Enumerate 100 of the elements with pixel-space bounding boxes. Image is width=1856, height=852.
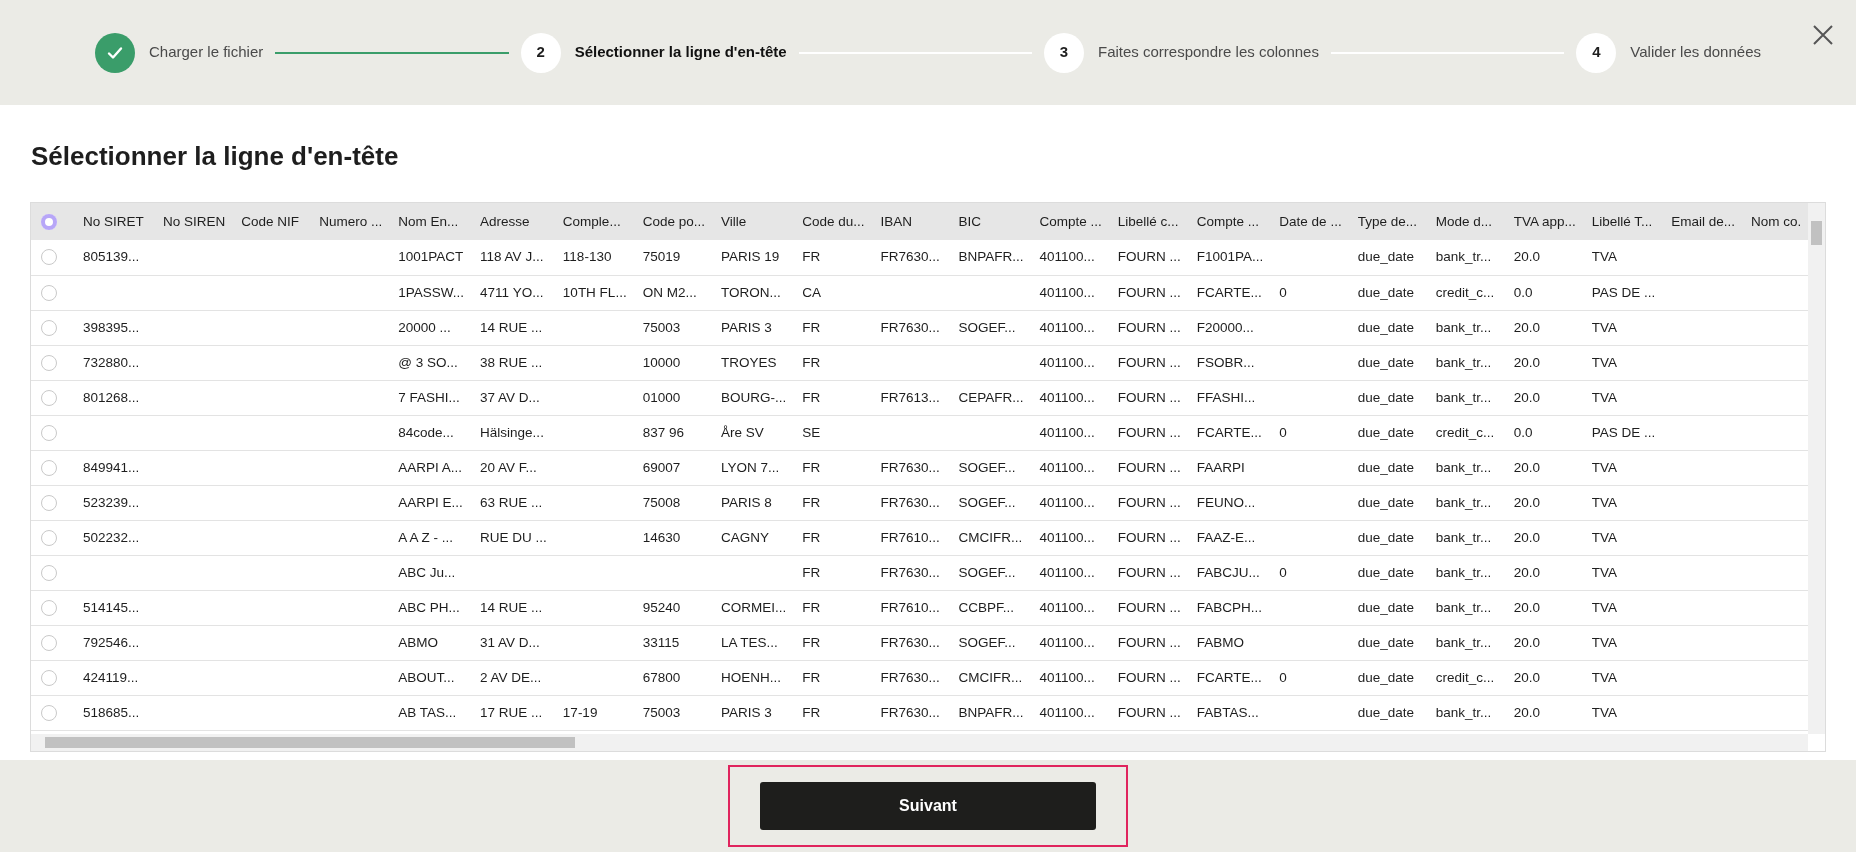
table-cell: SOGEF...: [950, 625, 1032, 661]
table-cell: PAS DE ...: [1583, 415, 1664, 451]
table-cell: 801268...: [75, 380, 155, 416]
close-icon[interactable]: [1812, 22, 1834, 44]
table-cell: 20.0: [1505, 520, 1584, 556]
table-cell: 401100...: [1031, 310, 1110, 346]
table-cell: due_date: [1349, 310, 1428, 346]
radio-button[interactable]: [41, 424, 57, 441]
radio-button[interactable]: [41, 529, 57, 546]
table-cell: CMCIFR...: [950, 520, 1032, 556]
table-cell: bank_tr...: [1427, 345, 1506, 381]
table-cell: SE: [794, 415, 873, 451]
table-cell: FOURN ...: [1109, 380, 1189, 416]
table-cell: 401100...: [1031, 590, 1110, 626]
table-cell: due_date: [1349, 660, 1428, 696]
table-cell: 75019: [634, 240, 713, 276]
radio-button[interactable]: [41, 213, 57, 230]
table-cell: 398395...: [75, 310, 155, 346]
step-label: Valider les données: [1630, 42, 1761, 63]
table-cell: 849941...: [75, 450, 155, 486]
table-cell: due_date: [1349, 555, 1428, 591]
table-cell: PAS DE ...: [1583, 275, 1664, 311]
table-cell: FR7630...: [872, 310, 951, 346]
radio-button[interactable]: [41, 704, 57, 721]
table-cell: 20 AV F...: [472, 450, 555, 486]
table-cell: 792546...: [75, 625, 155, 661]
table-cell: 401100...: [1031, 240, 1110, 276]
table-cell: ABC Ju...: [390, 555, 473, 591]
table-cell: 523239...: [75, 485, 155, 521]
radio-button[interactable]: [41, 319, 57, 336]
radio-button[interactable]: [41, 564, 57, 581]
page-title: Sélectionner la ligne d'en-tête: [31, 141, 400, 173]
table-cell: FABCPH...: [1188, 590, 1272, 626]
table-cell: 14 RUE ...: [472, 590, 555, 626]
table-cell: due_date: [1349, 450, 1428, 486]
radio-button[interactable]: [41, 389, 57, 406]
radio-button[interactable]: [41, 284, 57, 301]
table-cell: TVA: [1583, 345, 1664, 381]
radio-button[interactable]: [41, 354, 57, 371]
table-cell: due_date: [1349, 240, 1428, 276]
table-cell: 401100...: [1031, 695, 1110, 731]
table-cell: FR: [794, 590, 873, 626]
table-cell: 2 AV DE...: [472, 660, 555, 696]
table-cell: BOURG-...: [712, 380, 795, 416]
table-cell: TVA: [1583, 240, 1664, 276]
radio-button[interactable]: [41, 634, 57, 651]
table-cell: bank_tr...: [1427, 240, 1506, 276]
table-cell: ABMO: [390, 625, 473, 661]
column-header: No SIRET: [75, 203, 155, 241]
table-cell: TORON...: [712, 275, 795, 311]
column-header: Mode d...: [1427, 203, 1506, 241]
table-cell: 63 RUE ...: [472, 485, 555, 521]
table-cell: 518685...: [75, 695, 155, 731]
table-cell: 17 RUE ...: [472, 695, 555, 731]
table-cell: 95240: [634, 590, 713, 626]
column-header: Type de...: [1349, 203, 1428, 241]
table-cell: due_date: [1349, 415, 1428, 451]
table-cell: credit_c...: [1427, 415, 1506, 451]
next-button[interactable]: Suivant: [760, 782, 1096, 830]
table-cell: bank_tr...: [1427, 485, 1506, 521]
column-header: Libellé c...: [1109, 203, 1189, 241]
table-cell: FR7630...: [872, 625, 951, 661]
table-cell: 33115: [634, 625, 713, 661]
table-cell: 20.0: [1505, 450, 1584, 486]
table-cell: 20.0: [1505, 625, 1584, 661]
radio-button[interactable]: [41, 249, 57, 266]
vertical-scrollbar[interactable]: [1808, 203, 1825, 735]
table-cell: due_date: [1349, 345, 1428, 381]
table-cell: F20000...: [1188, 310, 1272, 346]
radio-button[interactable]: [41, 669, 57, 686]
table-cell: Hälsinge...: [472, 415, 555, 451]
table-cell: FR7630...: [872, 660, 951, 696]
table-cell: BNPAFR...: [950, 695, 1032, 731]
table-cell: FR: [794, 695, 873, 731]
table-cell: FOURN ...: [1109, 590, 1189, 626]
table-cell: FR7613...: [872, 380, 951, 416]
table-cell: credit_c...: [1427, 275, 1506, 311]
table-cell: FSOBR...: [1188, 345, 1272, 381]
table-cell: 0: [1271, 555, 1350, 591]
column-header: Date de ...: [1271, 203, 1350, 241]
table-cell: 10TH FL...: [554, 275, 635, 311]
radio-button[interactable]: [41, 494, 57, 511]
horizontal-scrollbar[interactable]: [31, 734, 1808, 752]
table-cell: CMCIFR...: [950, 660, 1032, 696]
column-header: BIC: [950, 203, 1032, 241]
column-header: Code NIF: [233, 203, 312, 241]
step-label: Faites correspondre les colonnes: [1098, 42, 1319, 63]
radio-button[interactable]: [41, 599, 57, 616]
table-cell: TVA: [1583, 555, 1664, 591]
table-cell: Åre SV: [712, 415, 795, 451]
table-cell: CORMEI...: [712, 590, 795, 626]
radio-button[interactable]: [41, 459, 57, 476]
table-cell: FOURN ...: [1109, 240, 1189, 276]
column-header: Compte ...: [1188, 203, 1272, 241]
column-header: Compte ...: [1031, 203, 1110, 241]
table-cell: TVA: [1583, 450, 1664, 486]
table-cell: 01000: [634, 380, 713, 416]
table-cell: FOURN ...: [1109, 520, 1189, 556]
table-cell: CAGNY: [712, 520, 795, 556]
column-header: Code po...: [634, 203, 713, 241]
